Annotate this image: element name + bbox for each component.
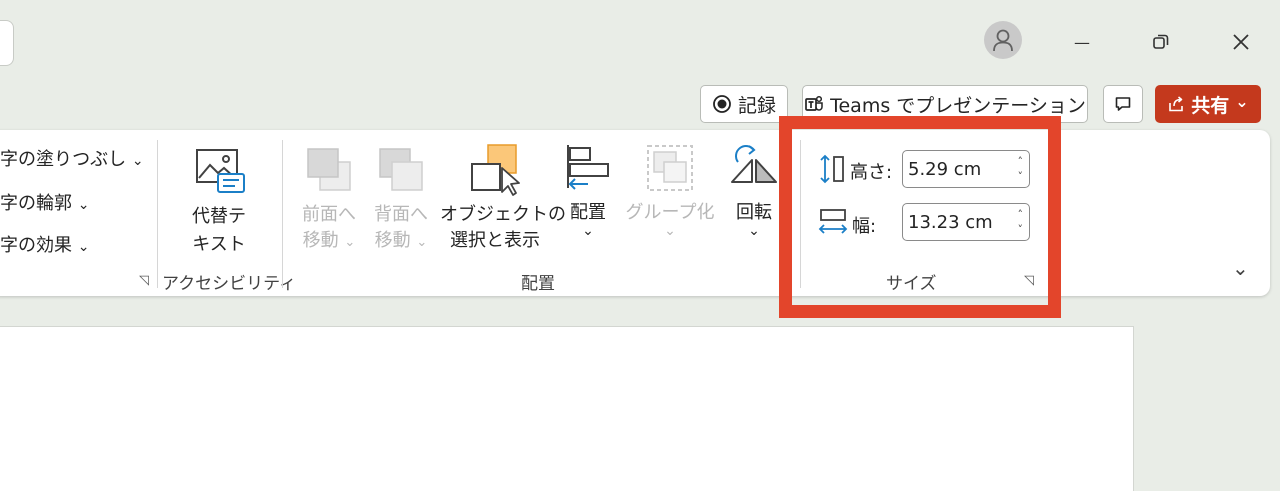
- search-box-edge[interactable]: [0, 20, 14, 66]
- account-avatar[interactable]: [984, 21, 1022, 59]
- selection-pane-icon: [471, 144, 520, 196]
- alt-text-button[interactable]: 代替テ キスト: [186, 146, 256, 268]
- share-label: 共有: [1191, 94, 1230, 117]
- chevron-down-icon: ⌄: [664, 223, 676, 239]
- selection-pane-line2: 選択と表示: [450, 230, 540, 251]
- selection-pane-button[interactable]: オブジェクトの 選択と表示: [440, 142, 566, 252]
- close-icon: [1233, 34, 1249, 50]
- minimize-icon: —: [1074, 32, 1090, 52]
- restore-icon: [1153, 34, 1169, 49]
- slide-canvas[interactable]: [0, 326, 1134, 491]
- rotate-icon: [731, 145, 777, 183]
- accessibility-group-label: アクセシビリティ: [162, 274, 297, 294]
- chevron-down-icon: ⌄: [77, 197, 90, 213]
- comment-icon: [1115, 97, 1131, 111]
- alt-text-line2: キスト: [192, 234, 246, 255]
- text-effects-label: 字の効果: [0, 235, 72, 256]
- restore-button[interactable]: [1141, 22, 1181, 62]
- send-backward-button[interactable]: 背面へ 移動 ⌄: [370, 146, 434, 252]
- bring-forward-line2: 移動 ⌄: [302, 230, 356, 251]
- chevron-down-icon: ⌄: [748, 223, 760, 239]
- wordart-launcher-icon[interactable]: ◹: [139, 273, 149, 288]
- send-backward-line1: 背面へ: [374, 204, 428, 225]
- send-backward-line2: 移動 ⌄: [374, 230, 428, 251]
- chevron-down-icon: ⌄: [77, 239, 90, 255]
- chevron-down-icon: ⌄: [416, 235, 428, 250]
- text-effects-button[interactable]: 字の効果 ⌄: [0, 231, 89, 257]
- rotate-button[interactable]: 回転 ⌄: [724, 142, 784, 248]
- align-button[interactable]: 配置 ⌄: [560, 142, 616, 248]
- alt-text-icon: [196, 149, 245, 193]
- minimize-button[interactable]: —: [1062, 22, 1102, 62]
- user-icon: [993, 29, 1013, 52]
- group-separator: [157, 140, 158, 288]
- alt-text-line1: 代替テ: [192, 206, 246, 227]
- group-separator: [282, 140, 283, 288]
- align-icon: [567, 145, 609, 190]
- text-outline-button[interactable]: 字の輪郭 ⌄: [0, 189, 89, 215]
- teams-icon: [805, 95, 823, 111]
- text-outline-label: 字の輪郭: [0, 193, 72, 214]
- share-button[interactable]: 共有 ⌄: [1155, 85, 1261, 123]
- highlight-box: [779, 116, 1061, 318]
- text-fill-button[interactable]: 字の塗りつぶし ⌄: [0, 145, 144, 171]
- align-label: 配置: [570, 202, 606, 223]
- group-label: グループ化: [625, 202, 715, 223]
- bring-forward-line1: 前面へ: [302, 204, 356, 225]
- chevron-down-icon: ⌄: [131, 153, 144, 169]
- chevron-down-icon: ⌄: [582, 223, 594, 239]
- close-button[interactable]: [1221, 22, 1261, 62]
- selection-pane-line1: オブジェクトの: [440, 204, 566, 225]
- arrange-group-label: 配置: [521, 274, 555, 294]
- teams-present-label: Teams でプレゼンテーション: [830, 94, 1086, 117]
- record-label: 記録: [737, 94, 776, 117]
- ribbon-collapse-icon[interactable]: ⌄: [1232, 256, 1249, 280]
- comments-button[interactable]: [1103, 85, 1143, 123]
- bring-forward-icon: [307, 148, 351, 191]
- record-button[interactable]: 記録: [700, 85, 788, 123]
- text-fill-label: 字の塗りつぶし: [0, 149, 127, 170]
- send-backward-icon: [379, 148, 423, 191]
- record-icon: [713, 95, 731, 113]
- group-objects-icon: [647, 145, 693, 191]
- rotate-label: 回転: [736, 202, 772, 223]
- group-button[interactable]: グループ化 ⌄: [624, 142, 716, 248]
- chevron-down-icon: ⌄: [344, 235, 356, 250]
- bring-forward-button[interactable]: 前面へ 移動 ⌄: [298, 146, 362, 252]
- share-icon: [1169, 96, 1184, 112]
- share-chevron-icon: ⌄: [1235, 91, 1249, 111]
